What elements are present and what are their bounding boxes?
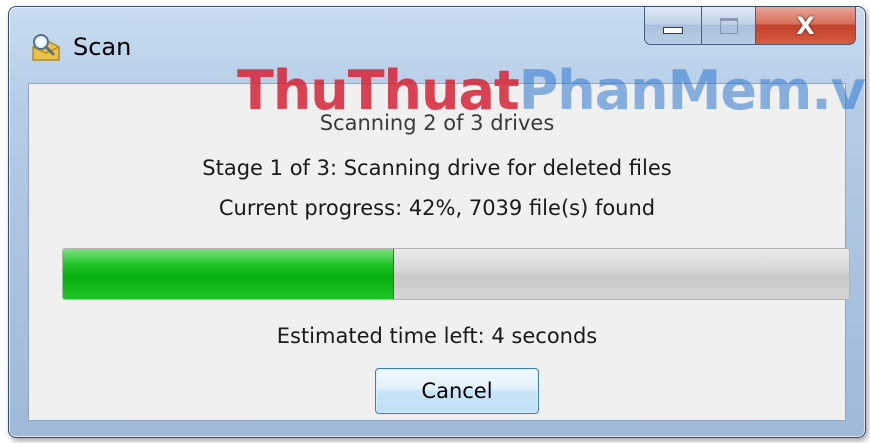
minimize-icon — [663, 27, 683, 34]
cancel-button[interactable]: Cancel — [375, 368, 539, 414]
progress-bar — [62, 248, 850, 300]
window-title: Scan — [73, 33, 132, 61]
time-left-text: Estimated time left: 4 seconds — [276, 324, 598, 348]
scan-magnifier-icon — [32, 34, 60, 61]
title-bar[interactable]: Scan X — [9, 7, 865, 71]
stage-status-text: Stage 1 of 3: Scanning drive for deleted… — [202, 156, 672, 180]
maximize-icon — [719, 17, 738, 34]
caption-buttons: X — [644, 7, 856, 45]
drives-status-text: Scanning 2 of 3 drives — [319, 111, 555, 135]
progress-status-text: Current progress: 42%, 7039 file(s) foun… — [218, 196, 656, 220]
scan-dialog: Scan X Scanning 2 of 3 drives Stage 1 of… — [8, 6, 866, 438]
close-button[interactable]: X — [756, 7, 856, 45]
maximize-button[interactable] — [702, 7, 756, 45]
progress-bar-fill — [63, 249, 395, 299]
minimize-button[interactable] — [644, 7, 702, 45]
close-icon: X — [796, 11, 815, 40]
dialog-content: Scanning 2 of 3 drives Stage 1 of 3: Sca… — [28, 83, 850, 421]
